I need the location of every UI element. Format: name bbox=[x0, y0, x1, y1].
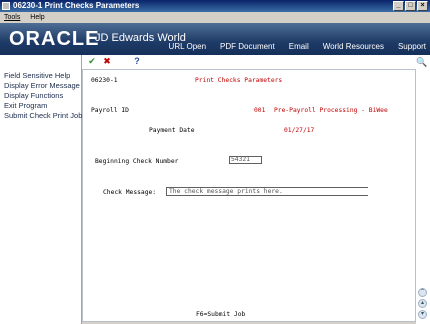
sidebar-item-submit-check-print-job[interactable]: Submit Check Print Job bbox=[0, 111, 82, 121]
screen-title: Print Checks Parameters bbox=[195, 77, 283, 84]
scroll-up-icon[interactable]: ▴ bbox=[418, 299, 427, 308]
beginning-check-number-input[interactable]: 54321 bbox=[229, 156, 262, 164]
minimize-button[interactable]: _ bbox=[393, 1, 404, 11]
sidebar-item-display-error-message[interactable]: Display Error Message bbox=[0, 81, 82, 91]
footer-function-keys: F6=Submit Job bbox=[196, 311, 246, 318]
link-email[interactable]: Email bbox=[289, 42, 309, 51]
payroll-id-value: 001 bbox=[254, 107, 266, 114]
scroll-controls: ⌃ ▴ ▾ bbox=[416, 69, 430, 324]
app-icon bbox=[2, 2, 10, 10]
sidebar-item-exit-program[interactable]: Exit Program bbox=[0, 101, 82, 111]
toolbar: ✔ ✖ ? bbox=[82, 55, 430, 69]
sidebar-item-field-sensitive-help[interactable]: Field Sensitive Help bbox=[0, 71, 82, 81]
oracle-banner: ORACLE JD Edwards World URL Open PDF Doc… bbox=[0, 23, 430, 55]
search-icon[interactable]: 🔍 bbox=[416, 57, 428, 69]
oracle-logo: ORACLE bbox=[9, 28, 100, 50]
close-button[interactable]: × bbox=[417, 1, 428, 11]
menu-bar: Tools Help bbox=[0, 12, 430, 23]
payment-date-label: Payment Date bbox=[149, 127, 195, 134]
link-pdf-document[interactable]: PDF Document bbox=[220, 42, 275, 51]
window-controls: _ □ × bbox=[393, 1, 428, 11]
menu-help[interactable]: Help bbox=[30, 14, 44, 21]
title-bar: 06230-1 Print Checks Parameters _ □ × bbox=[0, 0, 430, 12]
menu-tools[interactable]: Tools bbox=[4, 14, 20, 21]
help-icon[interactable]: ? bbox=[132, 56, 142, 66]
sidebar: Field Sensitive Help Display Error Messa… bbox=[0, 55, 82, 324]
check-message-label: Check Message: bbox=[103, 189, 157, 196]
link-url-open[interactable]: URL Open bbox=[169, 42, 207, 51]
payment-date-value: 01/27/17 bbox=[284, 127, 315, 134]
sidebar-item-display-functions[interactable]: Display Functions bbox=[0, 91, 82, 101]
link-world-resources[interactable]: World Resources bbox=[323, 42, 384, 51]
window-title: 06230-1 Print Checks Parameters bbox=[13, 1, 140, 10]
scroll-top-icon[interactable]: ⌃ bbox=[418, 288, 427, 297]
check-message-input[interactable]: The check message prints here. bbox=[166, 187, 368, 196]
payroll-id-label: Payroll ID bbox=[91, 107, 129, 114]
program-id: 06230-1 bbox=[91, 77, 118, 84]
cancel-icon[interactable]: ✖ bbox=[102, 56, 112, 66]
scroll-down-icon[interactable]: ▾ bbox=[418, 310, 427, 319]
check-icon[interactable]: ✔ bbox=[87, 56, 97, 66]
link-support[interactable]: Support bbox=[398, 42, 426, 51]
maximize-button[interactable]: □ bbox=[405, 1, 416, 11]
beginning-check-number-label: Beginning Check Number bbox=[95, 158, 179, 165]
form-panel: 06230-1 Print Checks Parameters Payroll … bbox=[82, 69, 416, 322]
banner-links: URL Open PDF Document Email World Resour… bbox=[155, 42, 430, 51]
payroll-id-description: Pre-Payroll Processing - BiWee bbox=[274, 107, 388, 114]
